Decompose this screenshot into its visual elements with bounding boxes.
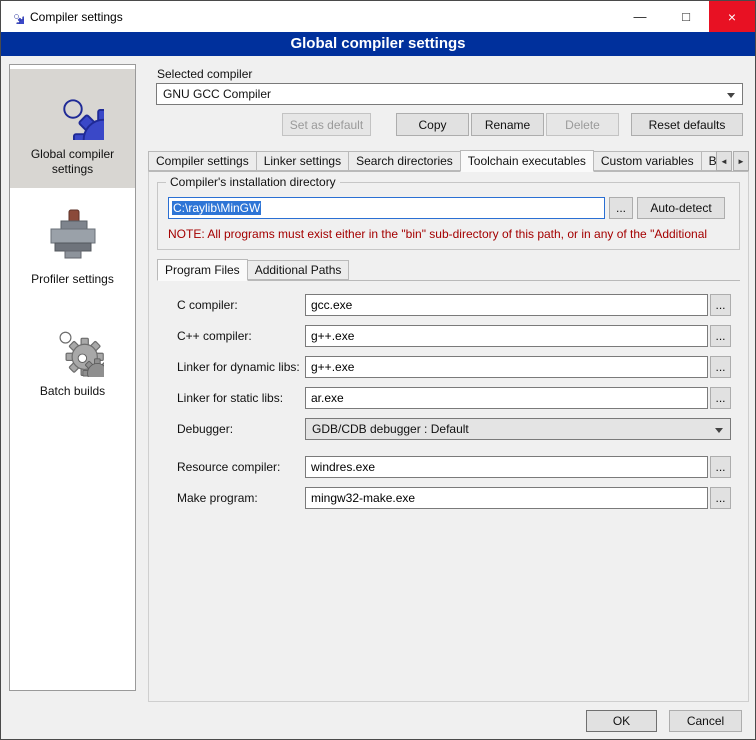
resource-compiler-input[interactable] bbox=[305, 456, 708, 478]
installation-directory-row: C:\raylib\MinGW ... Auto-detect bbox=[168, 197, 725, 219]
installation-directory-value: C:\raylib\MinGW bbox=[172, 201, 261, 215]
copy-button[interactable]: Copy bbox=[396, 113, 469, 136]
maximize-button[interactable]: □ bbox=[663, 1, 709, 32]
compiler-actions: Set as default Copy Rename Delete Reset … bbox=[156, 113, 743, 136]
selected-compiler-label: Selected compiler bbox=[157, 67, 252, 81]
c-compiler-input[interactable] bbox=[305, 294, 708, 316]
auto-detect-button[interactable]: Auto-detect bbox=[637, 197, 725, 219]
ok-button[interactable]: OK bbox=[586, 710, 657, 732]
chevron-down-icon bbox=[715, 428, 723, 433]
cancel-button[interactable]: Cancel bbox=[669, 710, 742, 732]
debugger-row: Debugger: GDB/CDB debugger : Default bbox=[157, 418, 740, 440]
tab-program-files[interactable]: Program Files bbox=[157, 259, 248, 281]
resource-compiler-label: Resource compiler: bbox=[177, 460, 280, 474]
rename-button[interactable]: Rename bbox=[471, 113, 544, 136]
debugger-select[interactable]: GDB/CDB debugger : Default bbox=[305, 418, 731, 440]
cpp-compiler-browse-button[interactable]: ... bbox=[710, 325, 731, 347]
resource-compiler-browse-button[interactable]: ... bbox=[710, 456, 731, 478]
program-files-page: C compiler: ... C++ compiler: ... Linker… bbox=[157, 280, 740, 693]
sidebar-item-global-compiler-settings[interactable]: Global compiler settings bbox=[10, 69, 135, 188]
resource-compiler-row: Resource compiler: ... bbox=[157, 456, 740, 478]
sidebar-item-label: Batch builds bbox=[40, 384, 105, 399]
cpp-compiler-input[interactable] bbox=[305, 325, 708, 347]
installation-directory-title: Compiler's installation directory bbox=[166, 175, 340, 189]
sidebar-item-label: Global compiler settings bbox=[13, 147, 132, 177]
tab-search-directories[interactable]: Search directories bbox=[348, 151, 461, 171]
sidebar: Global compiler settings Profiler settin… bbox=[9, 64, 136, 691]
titlebar: Compiler settings — □ × bbox=[1, 1, 755, 32]
minimize-button[interactable]: — bbox=[617, 1, 663, 32]
static-linker-input[interactable] bbox=[305, 387, 708, 409]
tab-scroll-buttons: ◄ ► bbox=[716, 151, 749, 171]
make-program-input[interactable] bbox=[305, 487, 708, 509]
tab-additional-paths[interactable]: Additional Paths bbox=[247, 260, 350, 280]
close-button[interactable]: × bbox=[709, 1, 755, 32]
cpp-compiler-row: C++ compiler: ... bbox=[157, 325, 740, 347]
toolchain-executables-page: Compiler's installation directory C:\ray… bbox=[148, 171, 749, 702]
gray-gears-icon bbox=[42, 317, 104, 377]
reset-defaults-button[interactable]: Reset defaults bbox=[631, 113, 743, 136]
static-linker-label: Linker for static libs: bbox=[177, 391, 283, 405]
dynamic-linker-browse-button[interactable]: ... bbox=[710, 356, 731, 378]
static-linker-browse-button[interactable]: ... bbox=[710, 387, 731, 409]
settings-tabstrip: Compiler settings Linker settings Search… bbox=[148, 149, 749, 171]
blue-gear-icon bbox=[42, 78, 104, 140]
window-title: Compiler settings bbox=[30, 10, 123, 24]
compiler-settings-dialog: Compiler settings — □ × Global compiler … bbox=[0, 0, 756, 740]
tab-scroll-right-icon[interactable]: ► bbox=[733, 151, 749, 171]
program-tabstrip: Program Files Additional Paths bbox=[157, 259, 348, 280]
tab-scroll-left-icon[interactable]: ◄ bbox=[716, 151, 732, 171]
static-linker-row: Linker for static libs: ... bbox=[157, 387, 740, 409]
app-gear-icon bbox=[9, 9, 24, 24]
dynamic-linker-input[interactable] bbox=[305, 356, 708, 378]
cpp-compiler-label: C++ compiler: bbox=[177, 329, 252, 343]
make-program-label: Make program: bbox=[177, 491, 258, 505]
installation-directory-browse-button[interactable]: ... bbox=[609, 197, 633, 219]
dynamic-linker-row: Linker for dynamic libs: ... bbox=[157, 356, 740, 378]
c-compiler-row: C compiler: ... bbox=[157, 294, 740, 316]
c-compiler-label: C compiler: bbox=[177, 298, 238, 312]
selected-compiler-select[interactable]: GNU GCC Compiler bbox=[156, 83, 743, 105]
bin-subdirectory-note: NOTE: All programs must exist either in … bbox=[168, 227, 737, 241]
chevron-down-icon bbox=[727, 93, 735, 98]
installation-directory-group: Compiler's installation directory C:\ray… bbox=[157, 182, 740, 250]
tab-custom-variables[interactable]: Custom variables bbox=[593, 151, 702, 171]
tab-toolchain-executables[interactable]: Toolchain executables bbox=[460, 150, 594, 172]
dialog-header: Global compiler settings bbox=[1, 32, 755, 56]
dynamic-linker-label: Linker for dynamic libs: bbox=[177, 360, 300, 374]
c-compiler-browse-button[interactable]: ... bbox=[710, 294, 731, 316]
set-as-default-button[interactable]: Set as default bbox=[282, 113, 371, 136]
sidebar-item-batch-builds[interactable]: Batch builds bbox=[10, 308, 135, 410]
tab-compiler-settings[interactable]: Compiler settings bbox=[148, 151, 257, 171]
selected-compiler-value: GNU GCC Compiler bbox=[163, 87, 271, 101]
delete-button[interactable]: Delete bbox=[546, 113, 619, 136]
debugger-value: GDB/CDB debugger : Default bbox=[312, 422, 469, 436]
sidebar-item-label: Profiler settings bbox=[31, 272, 114, 287]
sidebar-item-profiler-settings[interactable]: Profiler settings bbox=[10, 198, 135, 298]
tab-linker-settings[interactable]: Linker settings bbox=[256, 151, 349, 171]
tab-build-options-clipped[interactable]: Buil bbox=[701, 151, 717, 171]
profiler-tool-icon bbox=[44, 207, 102, 265]
debugger-label: Debugger: bbox=[177, 422, 233, 436]
make-program-browse-button[interactable]: ... bbox=[710, 487, 731, 509]
make-program-row: Make program: ... bbox=[157, 487, 740, 509]
installation-directory-input[interactable]: C:\raylib\MinGW bbox=[168, 197, 605, 219]
caption-buttons: — □ × bbox=[617, 1, 755, 32]
